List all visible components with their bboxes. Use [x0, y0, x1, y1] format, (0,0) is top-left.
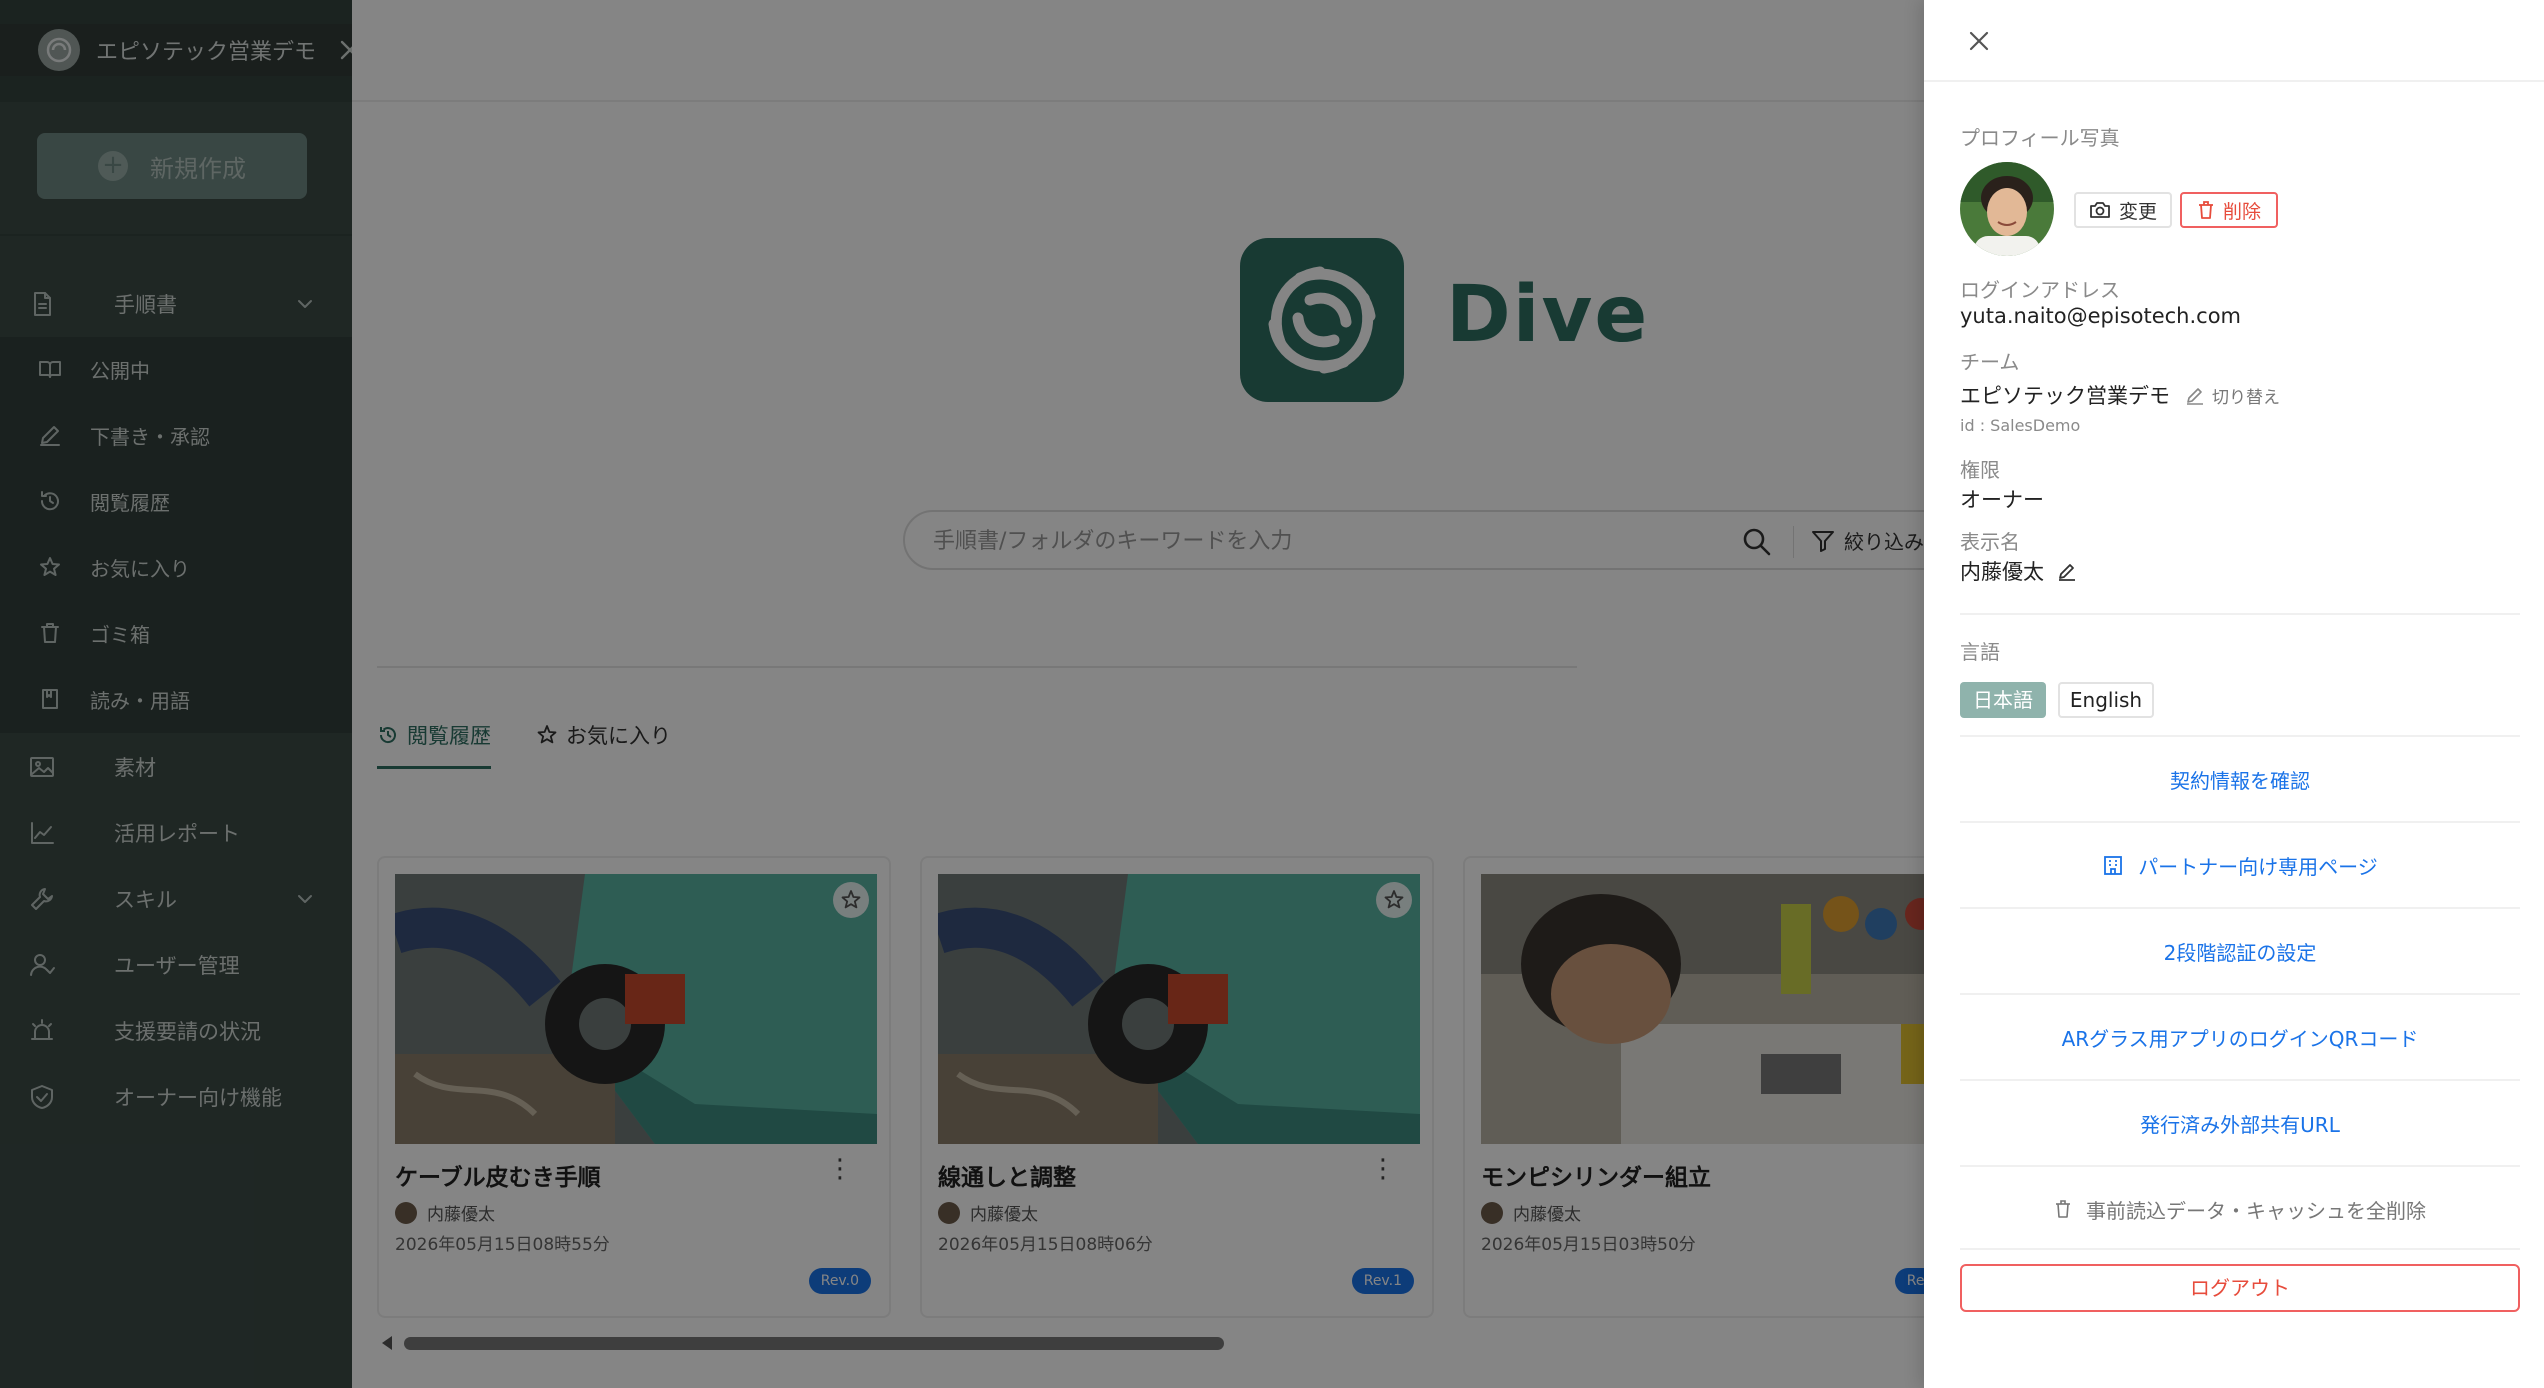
language-japanese-button[interactable]: 日本語: [1960, 682, 2046, 718]
contract-info-link[interactable]: 契約情報を確認: [1960, 737, 2520, 821]
login-address-label: ログインアドレス: [1960, 278, 2120, 302]
team-value: エピソテック営業デモ: [1960, 384, 2170, 408]
trash-icon: [2056, 1200, 2070, 1218]
trash-icon: [2198, 201, 2213, 219]
close-icon[interactable]: [1964, 26, 1994, 56]
change-photo-label: 変更: [2118, 200, 2157, 223]
section-divider: [1960, 1248, 2520, 1250]
change-photo-button[interactable]: 変更: [2074, 192, 2172, 228]
building-icon: [2104, 856, 2123, 875]
team-label: チーム: [1960, 350, 2020, 374]
display-name-label: 表示名: [1960, 530, 2020, 554]
role-label: 権限: [1960, 458, 2000, 482]
language-label: 言語: [1960, 640, 2000, 664]
login-address-value: yuta.naito@episotech.com: [1960, 304, 2242, 328]
partner-page-link[interactable]: パートナー向け専用ページ: [1960, 823, 2520, 907]
team-id: id : SalesDemo: [1960, 416, 2081, 435]
camera-icon: [2090, 202, 2110, 218]
section-divider: [1960, 613, 2520, 615]
two-factor-label: 2段階認証の設定: [2163, 940, 2317, 965]
team-row: エピソテック営業デモ 切り替え: [1960, 380, 2280, 410]
delete-photo-button[interactable]: 削除: [2180, 192, 2278, 228]
two-factor-link[interactable]: 2段階認証の設定: [1960, 909, 2520, 993]
delete-photo-label: 削除: [2222, 200, 2261, 223]
ar-qr-label: ARグラス用アプリのログインQRコード: [2061, 1026, 2419, 1051]
edit-pencil-icon[interactable]: [2056, 560, 2078, 582]
shared-urls-label: 発行済み外部共有URL: [2140, 1112, 2340, 1137]
display-name-value: 内藤優太: [1960, 560, 2044, 584]
shared-urls-link[interactable]: 発行済み外部共有URL: [1960, 1081, 2520, 1165]
partner-page-label: パートナー向け専用ページ: [2138, 854, 2378, 879]
clear-cache-label: 事前読込データ・キャッシュを全削除: [2086, 1198, 2426, 1223]
ar-qr-link[interactable]: ARグラス用アプリのログインQRコード: [1960, 995, 2520, 1079]
display-name-row: 内藤優太: [1960, 556, 2078, 586]
language-english-button[interactable]: English: [2058, 682, 2154, 718]
role-value: オーナー: [1960, 488, 2044, 512]
clear-cache-link[interactable]: 事前読込データ・キャッシュを全削除: [1960, 1167, 2520, 1251]
profile-avatar: [1960, 162, 2054, 256]
contract-info-label: 契約情報を確認: [2170, 768, 2310, 793]
profile-photo-label: プロフィール写真: [1960, 126, 2120, 150]
team-switch-link[interactable]: 切り替え: [2212, 383, 2280, 408]
edit-pencil-icon[interactable]: [2184, 384, 2206, 406]
profile-drawer: プロフィール写真 変更 削除 ログインアドレス yuta.naito@episo…: [1924, 0, 2544, 1388]
modal-backdrop[interactable]: [0, 0, 1924, 1388]
logout-button[interactable]: ログアウト: [1960, 1264, 2520, 1312]
drawer-header: [1924, 0, 2544, 82]
